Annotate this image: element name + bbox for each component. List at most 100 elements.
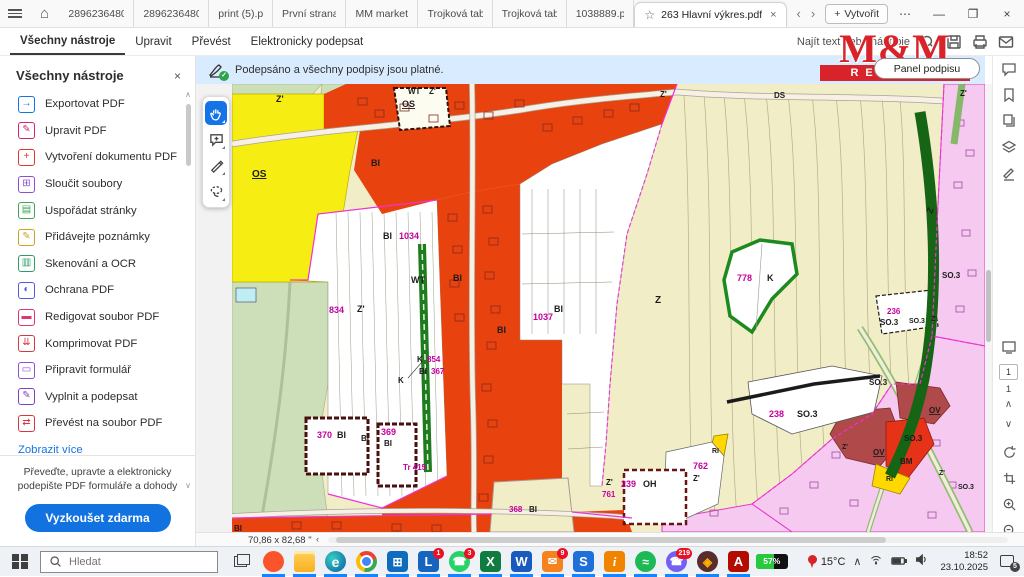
- taskbar-app-acrobat[interactable]: A: [723, 547, 754, 577]
- layers-icon[interactable]: [993, 134, 1024, 160]
- taskbar-app-edge[interactable]: e: [320, 547, 351, 577]
- sidebar-tool[interactable]: ✎Upravit PDF: [0, 118, 195, 145]
- taskbar-app-chrome[interactable]: [351, 547, 382, 577]
- scroll-left-icon[interactable]: ‹: [316, 534, 319, 545]
- sidebar-tool[interactable]: →Exportovat PDF: [0, 91, 195, 118]
- running-indicator: [572, 574, 595, 577]
- sidebar-tool[interactable]: +Vytvoření dokumentu PDF: [0, 144, 195, 171]
- scroll-up-icon[interactable]: ∧: [184, 90, 192, 99]
- taskbar-app-excel[interactable]: X: [475, 547, 506, 577]
- notification-center[interactable]: 5: [1000, 554, 1018, 570]
- lasso-tool[interactable]: [205, 179, 227, 203]
- taskbar-search[interactable]: [40, 551, 218, 573]
- create-button[interactable]: + Vytvořit: [825, 4, 888, 24]
- horizontal-scrollbar-thumb[interactable]: [336, 537, 886, 543]
- document-tab[interactable]: MM marketi...: [346, 0, 418, 27]
- bookmarks-icon[interactable]: [993, 82, 1024, 108]
- taskbar-app-mail[interactable]: ✉9: [537, 547, 568, 577]
- sidebar-tool[interactable]: ⊞Sloučit soubory: [0, 171, 195, 198]
- hidden-icons-chevron[interactable]: ∧: [853, 555, 861, 568]
- menu-item-2[interactable]: Převést: [182, 28, 241, 55]
- volume-icon[interactable]: [915, 553, 928, 571]
- sidebar-tool[interactable]: ✎Vyplnit a podepsat: [0, 384, 195, 411]
- zoom-in-icon[interactable]: [993, 491, 1024, 517]
- sidebar-tool[interactable]: ✎Přidávejte poznámky: [0, 224, 195, 251]
- document-tab[interactable]: První strana...: [273, 0, 346, 27]
- crop-tool-icon[interactable]: [993, 465, 1024, 491]
- badge: 1: [433, 548, 444, 559]
- taskbar-app-spotify[interactable]: ≈: [630, 547, 661, 577]
- tab-scroll-left-icon[interactable]: ‹: [797, 6, 801, 21]
- pencil-draw-tool[interactable]: [205, 153, 227, 177]
- sidebar-tool[interactable]: ⇊Komprimovat PDF: [0, 330, 195, 357]
- battery-icon[interactable]: [891, 553, 907, 571]
- page-thumbnails-icon[interactable]: [993, 108, 1024, 134]
- taskbar-app-file-explorer[interactable]: [289, 547, 320, 577]
- hand-pan-tool[interactable]: [205, 101, 227, 125]
- sidebar-tool[interactable]: ▥Skenování a OCR: [0, 251, 195, 278]
- sidebar-tool[interactable]: ▤Uspořádat stránky: [0, 197, 195, 224]
- maximize-button[interactable]: ❐: [956, 7, 990, 21]
- taskbar-app-word[interactable]: W: [506, 547, 537, 577]
- close-tab-icon[interactable]: ×: [770, 9, 776, 21]
- document-tab[interactable]: 1038889.pdf: [567, 0, 635, 27]
- show-more-link[interactable]: Zobrazit více: [0, 437, 195, 456]
- menu-item-1[interactable]: Upravit: [125, 28, 181, 55]
- sidebar-tool[interactable]: ◐Ochrana PDF: [0, 277, 195, 304]
- taskbar-app-l-app[interactable]: L1: [413, 547, 444, 577]
- star-icon[interactable]: ☆: [644, 8, 655, 22]
- taskbar-app-viber[interactable]: ☎219: [661, 547, 692, 577]
- add-comment-tool[interactable]: [205, 127, 227, 151]
- taskbar-app-teamviewer[interactable]: S: [568, 547, 599, 577]
- menu-hamburger-icon[interactable]: [0, 0, 30, 27]
- document-tab[interactable]: 2896236480...: [134, 0, 209, 27]
- minimize-button[interactable]: —: [922, 7, 956, 21]
- previous-page-icon[interactable]: ∧: [993, 399, 1024, 419]
- next-page-icon[interactable]: ∨: [993, 419, 1024, 439]
- taskbar-app-info-app[interactable]: i: [599, 547, 630, 577]
- wifi-icon[interactable]: [869, 553, 883, 571]
- document-tab[interactable]: print (5).pdf: [209, 0, 273, 27]
- vertical-scrollbar[interactable]: [985, 84, 992, 532]
- signature-panel-button[interactable]: Panel podpisu: [874, 58, 980, 79]
- weather-widget[interactable]: 15°C: [808, 555, 846, 568]
- date-label: 23.10.2025: [940, 562, 988, 574]
- home-icon[interactable]: ⌂: [30, 0, 60, 27]
- sidebar-scrollbar[interactable]: ∧ ∨: [184, 90, 192, 490]
- mail-icon[interactable]: [998, 34, 1014, 50]
- taskbar-app-brave[interactable]: [258, 547, 289, 577]
- battery-saver-indicator[interactable]: 57%: [756, 554, 788, 569]
- vertical-scrollbar-thumb[interactable]: [986, 270, 991, 342]
- taskbar-app-whatsapp[interactable]: ☎3: [444, 547, 475, 577]
- comments-icon[interactable]: [993, 56, 1024, 82]
- taskbar-clock[interactable]: 18:52 23.10.2025: [940, 550, 988, 574]
- zoning-map-document[interactable]: Z'WTZ'OSOSBIBI1034834Z'WTBIBI1037BIZ778K…: [232, 84, 985, 532]
- try-free-button[interactable]: Vyzkoušet zdarma: [25, 504, 171, 532]
- document-tab[interactable]: Trojková tab...: [418, 0, 492, 27]
- sidebar-tool[interactable]: ▭Připravit formulář: [0, 357, 195, 384]
- print-icon[interactable]: [972, 34, 988, 50]
- tab-scroll-right-icon[interactable]: ›: [811, 6, 815, 21]
- menu-item-3[interactable]: Elektronicky podepsat: [241, 28, 374, 55]
- close-window-button[interactable]: ×: [990, 7, 1024, 21]
- running-indicator: [262, 574, 285, 577]
- sidebar-tool[interactable]: ▬Redigovat soubor PDF: [0, 304, 195, 331]
- task-view-button[interactable]: [226, 547, 256, 577]
- page-number-input[interactable]: 1: [999, 364, 1018, 380]
- taskbar-app-ms-store[interactable]: ⊞: [382, 547, 413, 577]
- sidebar-tool[interactable]: ⇄Převést na soubor PDF: [0, 410, 195, 437]
- menu-item-0[interactable]: Všechny nástroje: [10, 28, 125, 55]
- close-sidebar-icon[interactable]: ×: [174, 69, 181, 83]
- horizontal-scrollbar[interactable]: [328, 537, 1008, 543]
- start-button[interactable]: [0, 547, 40, 577]
- document-tab[interactable]: Trojková tab...: [493, 0, 567, 27]
- active-document-tab[interactable]: ☆ 263 Hlavní výkres.pdf ×: [634, 2, 786, 27]
- more-options-icon[interactable]: ⋯: [888, 7, 922, 21]
- rotate-page-icon[interactable]: [993, 439, 1024, 465]
- taskbar-search-input[interactable]: [69, 556, 189, 568]
- taskbar-app-compass-app[interactable]: ◈: [692, 547, 723, 577]
- sign-pen-icon[interactable]: [993, 160, 1024, 186]
- scrollbar-thumb[interactable]: [186, 104, 191, 166]
- document-tab[interactable]: 2896236480...: [59, 0, 134, 27]
- page-view-icon[interactable]: [993, 334, 1024, 360]
